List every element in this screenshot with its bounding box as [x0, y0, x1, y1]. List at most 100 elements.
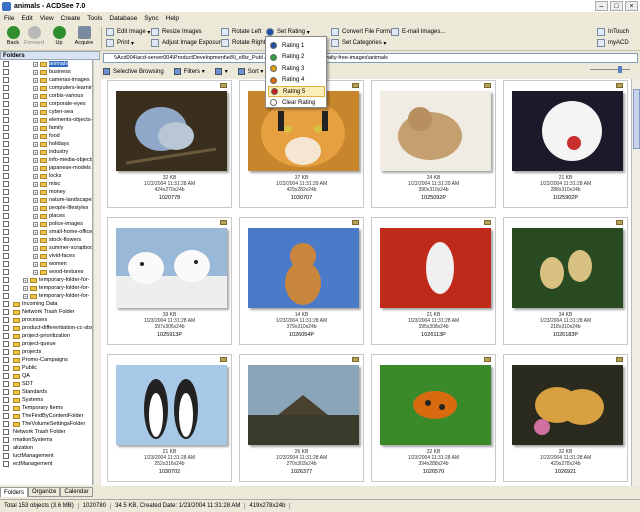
folder-checkbox[interactable] — [3, 189, 9, 195]
folder-checkbox[interactable] — [3, 405, 9, 411]
intouch-button[interactable]: InTouch — [597, 27, 629, 37]
menu-tools[interactable]: Tools — [87, 15, 102, 22]
tab-calendar[interactable]: Calendar — [60, 487, 93, 497]
folder-item[interactable]: luctManagement — [0, 452, 92, 460]
folder-checkbox[interactable] — [3, 117, 9, 123]
folder-checkbox[interactable] — [3, 293, 9, 299]
folder-checkbox[interactable] — [3, 181, 9, 187]
folder-item[interactable]: + corbis-various — [0, 92, 92, 100]
clear-rating-item[interactable]: Clear Rating — [268, 97, 325, 108]
folder-item[interactable]: project-prioritization — [0, 332, 92, 340]
thumbnail-card[interactable]: 21 KB 1/23/2004 11:31:28 AM 395x308x24b 102… — [371, 217, 496, 345]
thumbnail-image[interactable] — [512, 91, 623, 171]
folder-item[interactable]: Network Trash Folder — [0, 308, 92, 316]
folder-item[interactable]: + vivid-faces — [0, 252, 92, 260]
folder-item[interactable]: + animals — [0, 60, 92, 68]
expand-icon[interactable]: + — [33, 213, 38, 219]
thumbnail-card[interactable]: 39 KB 1/23/2004 11:31:28 AM 397x306x24b 102… — [107, 217, 232, 345]
menu-file[interactable]: File — [4, 15, 14, 22]
slider-knob[interactable] — [618, 66, 622, 73]
expand-icon[interactable]: + — [33, 253, 38, 259]
expand-icon[interactable]: + — [23, 277, 28, 283]
folder-item[interactable]: TheFindByContentFolder — [0, 412, 92, 420]
folder-item[interactable]: Incoming Data — [0, 300, 92, 308]
expand-icon[interactable]: + — [33, 77, 38, 83]
folder-item[interactable]: QA — [0, 372, 92, 380]
expand-icon[interactable]: + — [33, 117, 38, 123]
folder-item[interactable]: + industry — [0, 148, 92, 156]
expand-icon[interactable]: + — [33, 197, 38, 203]
print-button[interactable]: Print ▾ — [106, 38, 134, 48]
folder-item[interactable]: projects — [0, 348, 92, 356]
expand-icon[interactable]: + — [33, 261, 38, 267]
folder-checkbox[interactable] — [3, 61, 9, 67]
folder-item[interactable]: + locks — [0, 172, 92, 180]
folder-item[interactable]: processes — [0, 316, 92, 324]
folder-item[interactable]: + computers-learning — [0, 84, 92, 92]
up-button[interactable]: Up — [48, 26, 70, 50]
thumbnail-card[interactable]: 24 KB 1/23/2004 11:31:29 AM 390x310x24b 102… — [371, 80, 496, 208]
thumbnail-image[interactable] — [380, 91, 491, 171]
expand-icon[interactable]: + — [33, 189, 38, 195]
expand-icon[interactable]: + — [23, 285, 28, 291]
minimize-button[interactable]: – — [595, 1, 608, 11]
folder-item[interactable]: + temporary-folder-for- — [0, 284, 92, 292]
expand-icon[interactable]: + — [33, 69, 38, 75]
folder-item[interactable]: + cyber-sea — [0, 108, 92, 116]
folder-checkbox[interactable] — [3, 285, 9, 291]
menu-edit[interactable]: Edit — [21, 15, 32, 22]
folder-item[interactable]: Public — [0, 364, 92, 372]
folder-checkbox[interactable] — [3, 349, 9, 355]
folder-checkbox[interactable] — [3, 309, 9, 315]
expand-icon[interactable]: + — [33, 165, 38, 171]
rating-2-item[interactable]: Rating 2 — [268, 52, 325, 63]
myacd-button[interactable]: myACD — [597, 38, 629, 48]
folder-checkbox[interactable] — [3, 269, 9, 275]
expand-icon[interactable]: + — [33, 85, 38, 91]
scrollbar-thumb[interactable] — [633, 89, 640, 149]
adjust-exposure-button[interactable]: Adjust Image Exposure — [151, 38, 224, 48]
expand-icon[interactable]: + — [33, 109, 38, 115]
expand-icon[interactable]: + — [33, 93, 38, 99]
folder-item[interactable]: product-differentiation-cc-sbs — [0, 324, 92, 332]
acquire-button[interactable]: Acquire — [71, 26, 97, 50]
selective-browsing-button[interactable]: Selective Browsing — [103, 68, 164, 75]
tab-folders[interactable]: Folders — [0, 487, 29, 497]
folder-checkbox[interactable] — [3, 229, 9, 235]
tab-organize[interactable]: Organize — [28, 487, 61, 497]
sort-button[interactable]: Sort ▾ — [237, 68, 263, 75]
thumbnail-image[interactable] — [116, 228, 227, 308]
folder-item[interactable]: + japanese-models — [0, 164, 92, 172]
expand-icon[interactable]: + — [33, 133, 38, 139]
rating-1-item[interactable]: Rating 1 — [268, 40, 325, 51]
folder-checkbox[interactable] — [3, 373, 9, 379]
folder-checkbox[interactable] — [3, 301, 9, 307]
set-categories-button[interactable]: Set Categories ▾ — [331, 38, 386, 48]
folder-item[interactable]: + people-lifestyles — [0, 204, 92, 212]
folder-item[interactable]: Network Trash Folder — [0, 428, 92, 436]
folder-item[interactable]: + police-images — [0, 220, 92, 228]
thumbnail-card[interactable]: 21 KB 1/23/2004 11:31:28 AM 288x310x24b 102… — [503, 80, 628, 208]
folder-checkbox[interactable] — [3, 109, 9, 115]
menu-create[interactable]: Create — [61, 15, 81, 22]
folder-checkbox[interactable] — [3, 461, 9, 467]
folder-checkbox[interactable] — [3, 85, 9, 91]
folder-item[interactable]: + summer-scrapbook — [0, 244, 92, 252]
expand-icon[interactable]: + — [33, 205, 38, 211]
expand-icon[interactable]: + — [33, 125, 38, 131]
email-images-button[interactable]: E-mail Images... — [391, 27, 445, 37]
folder-item[interactable]: + family — [0, 124, 92, 132]
folder-checkbox[interactable] — [3, 93, 9, 99]
thumbnail-image[interactable] — [248, 228, 359, 308]
folder-item[interactable]: + money — [0, 188, 92, 196]
close-button[interactable]: × — [625, 1, 638, 11]
thumbnail-scrollbar[interactable] — [631, 79, 640, 486]
folder-checkbox[interactable] — [3, 213, 9, 219]
expand-icon[interactable]: + — [33, 237, 38, 243]
folder-item[interactable]: TheVolumeSettingsFolder — [0, 420, 92, 428]
convert-format-button[interactable]: Convert File Format — [331, 27, 395, 37]
folder-item[interactable]: + corporate-eyes — [0, 100, 92, 108]
folder-checkbox[interactable] — [3, 197, 9, 203]
resize-images-button[interactable]: Resize Images — [151, 27, 202, 37]
folder-item[interactable]: Temporary Items — [0, 404, 92, 412]
